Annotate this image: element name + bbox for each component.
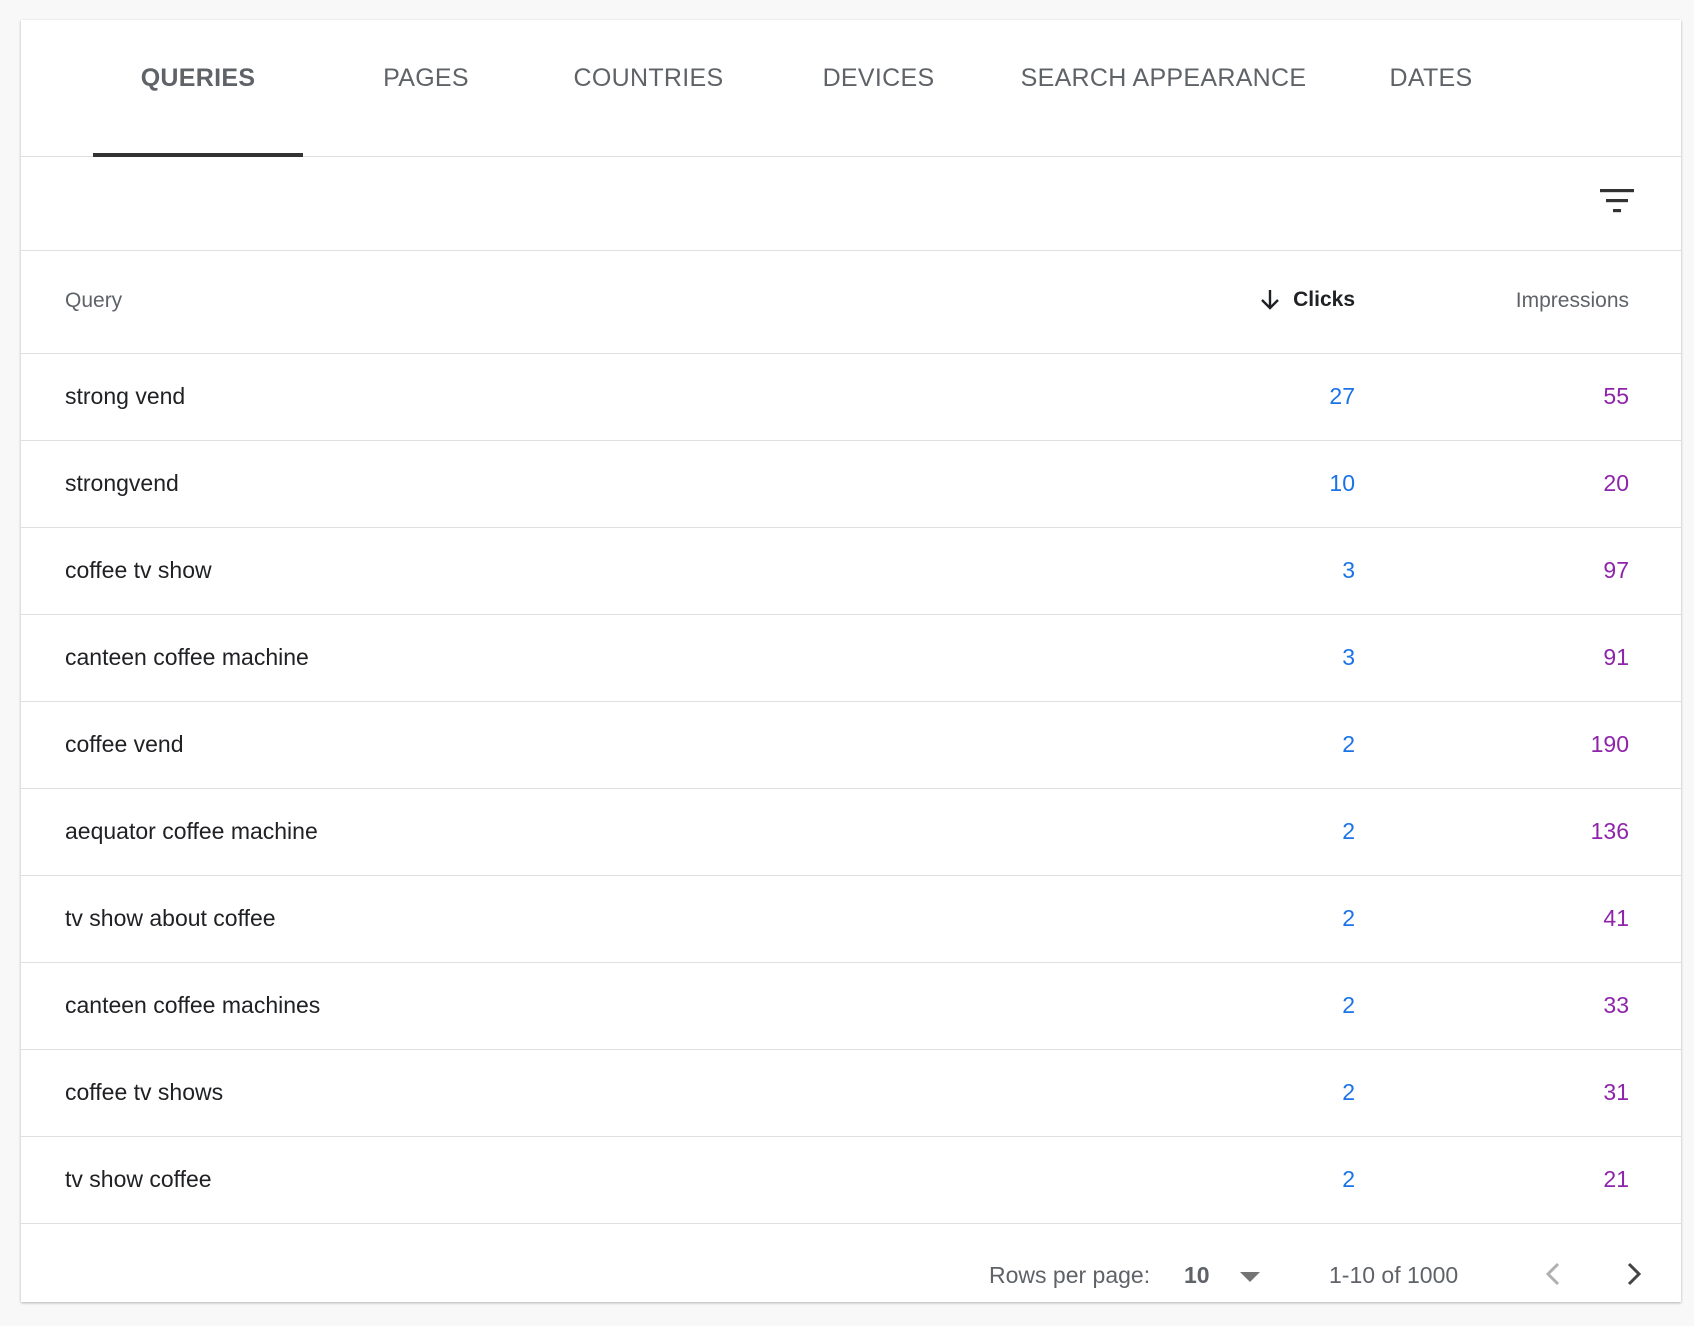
query-cell: coffee vend	[65, 731, 184, 757]
rows-per-page-label: Rows per page:	[989, 1262, 1151, 1288]
table-row[interactable]: tv show coffee 2 21	[21, 1137, 1681, 1224]
impressions-cell: 97	[1603, 557, 1629, 583]
table-row[interactable]: aequator coffee machine 2 136	[21, 789, 1681, 876]
table-row[interactable]: strong vend 27 55	[21, 354, 1681, 441]
dimension-tabs: QUERIES PAGES COUNTRIES DEVICES SEARCH A…	[21, 20, 1681, 157]
column-header-impressions[interactable]: Impressions	[1516, 289, 1629, 313]
clicks-cell: 2	[1342, 1166, 1355, 1192]
query-cell: canteen coffee machines	[65, 992, 321, 1018]
tab-label: QUERIES	[140, 64, 256, 92]
table-header: Query Clicks Impressions	[21, 251, 1681, 354]
query-cell: strong vend	[65, 383, 186, 409]
clicks-cell: 10	[1329, 470, 1355, 496]
column-header-clicks-label: Clicks	[1293, 288, 1355, 311]
query-cell: canteen coffee machine	[65, 644, 309, 670]
impressions-cell: 33	[1603, 992, 1629, 1018]
query-cell: tv show about coffee	[65, 905, 276, 931]
column-header-query: Query	[65, 289, 123, 312]
impressions-cell: 55	[1603, 383, 1629, 409]
tab-devices[interactable]: DEVICES	[796, 20, 961, 156]
impressions-cell: 190	[1590, 731, 1629, 757]
impressions-cell: 41	[1603, 905, 1629, 931]
caret-down-icon	[1240, 1272, 1260, 1282]
pagination-footer: Rows per page: 10 1-10 of 1000	[21, 1224, 1681, 1326]
rows-per-page-select[interactable]: 10	[1184, 1258, 1274, 1292]
clicks-cell: 3	[1342, 644, 1355, 670]
table-row[interactable]: strongvend 10 20	[21, 441, 1681, 528]
impressions-cell: 136	[1590, 818, 1629, 844]
table-row[interactable]: canteen coffee machine 3 91	[21, 615, 1681, 702]
query-cell: coffee tv shows	[65, 1079, 224, 1105]
table-row[interactable]: tv show about coffee 2 41	[21, 876, 1681, 963]
tab-pages[interactable]: PAGES	[351, 20, 501, 156]
tab-dates[interactable]: DATES	[1366, 20, 1496, 156]
impressions-cell: 91	[1603, 644, 1629, 670]
query-cell: coffee tv show	[65, 557, 212, 583]
table-toolbar	[21, 157, 1681, 251]
clicks-cell: 2	[1342, 905, 1355, 931]
impressions-cell: 21	[1603, 1166, 1629, 1192]
rows-per-page-value: 10	[1184, 1262, 1210, 1288]
table-row[interactable]: canteen coffee machines 2 33	[21, 963, 1681, 1050]
query-cell: strongvend	[65, 470, 179, 496]
clicks-cell: 27	[1329, 383, 1355, 409]
clicks-cell: 2	[1342, 818, 1355, 844]
pagination-range: 1-10 of 1000	[1329, 1262, 1459, 1288]
tab-label: PAGES	[383, 64, 469, 92]
tab-search-appearance[interactable]: SEARCH APPEARANCE	[1011, 20, 1316, 156]
chevron-left-icon[interactable]	[1534, 1254, 1574, 1294]
query-cell: tv show coffee	[65, 1166, 212, 1192]
tab-label: COUNTRIES	[573, 64, 724, 92]
clicks-cell: 3	[1342, 557, 1355, 583]
chevron-right-icon[interactable]	[1613, 1254, 1653, 1294]
clicks-cell: 2	[1342, 992, 1355, 1018]
clicks-cell: 2	[1342, 1079, 1355, 1105]
performance-table-card: QUERIES PAGES COUNTRIES DEVICES SEARCH A…	[21, 20, 1681, 1302]
tab-countries[interactable]: COUNTRIES	[551, 20, 746, 156]
impressions-cell: 20	[1603, 470, 1629, 496]
clicks-cell: 2	[1342, 731, 1355, 757]
table-row[interactable]: coffee tv show 3 97	[21, 528, 1681, 615]
arrow-down-icon	[1261, 290, 1279, 310]
tab-label: SEARCH APPEARANCE	[1020, 64, 1307, 92]
tab-label: DATES	[1389, 64, 1473, 92]
impressions-cell: 31	[1603, 1079, 1629, 1105]
table-row[interactable]: coffee vend 2 190	[21, 702, 1681, 789]
filter-icon[interactable]	[1597, 181, 1637, 221]
table-row[interactable]: coffee tv shows 2 31	[21, 1050, 1681, 1137]
tab-label: DEVICES	[822, 64, 935, 92]
query-cell: aequator coffee machine	[65, 818, 318, 844]
tab-queries[interactable]: QUERIES	[93, 20, 303, 157]
column-header-clicks[interactable]: Clicks	[1257, 287, 1355, 313]
